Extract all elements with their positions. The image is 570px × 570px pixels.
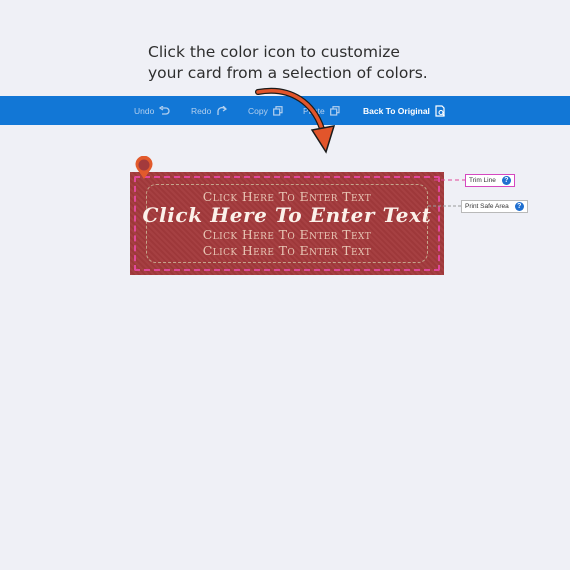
card-text-line-1[interactable]: Click Here To Enter Text xyxy=(130,189,444,204)
trim-line-label: Trim Line xyxy=(469,177,496,184)
undo-icon xyxy=(159,105,170,115)
trim-line-label-box: Trim Line ? xyxy=(465,174,515,187)
reset-icon xyxy=(435,104,445,117)
back-to-original-label: Back To Original xyxy=(363,105,430,116)
print-safe-area-label-box: Print Safe Area ? xyxy=(461,200,528,213)
instruction-text: Click the color icon to customize your c… xyxy=(148,42,478,84)
trim-line-help-icon[interactable]: ? xyxy=(501,176,511,185)
instruction-line-2: your card from a selection of colors. xyxy=(148,64,428,82)
print-safe-area-leader xyxy=(428,205,462,207)
card-script-line[interactable]: Click Here To Enter Text xyxy=(130,203,444,227)
trim-line-leader xyxy=(434,179,466,181)
print-safe-area-help-icon[interactable]: ? xyxy=(514,202,524,211)
business-card[interactable]: Click Here To Enter Text Click Here To E… xyxy=(130,172,444,275)
card-text-line-3[interactable]: Click Here To Enter Text xyxy=(130,227,444,242)
back-to-original-button[interactable]: Back To Original xyxy=(363,96,446,125)
redo-icon xyxy=(217,105,228,115)
undo-button[interactable]: Undo xyxy=(134,96,170,125)
undo-label: Undo xyxy=(134,105,155,116)
instruction-line-1: Click the color icon to customize xyxy=(148,43,400,61)
curved-arrow-icon xyxy=(255,87,336,154)
redo-label: Redo xyxy=(191,105,212,116)
color-pin-icon[interactable] xyxy=(134,156,154,180)
redo-button[interactable]: Redo xyxy=(191,96,228,125)
print-safe-area-label: Print Safe Area xyxy=(465,203,509,210)
card-text-line-4[interactable]: Click Here To Enter Text xyxy=(130,243,444,258)
